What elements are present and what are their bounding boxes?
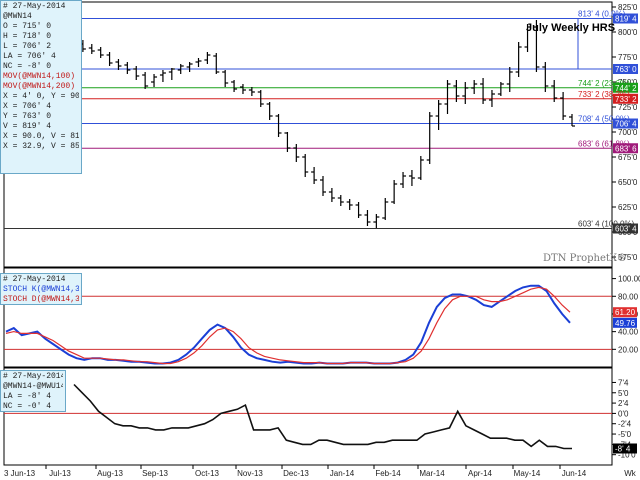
chart-canvas: 575'0600'0625'0650'0675'0700'0725'0750'0…: [3, 1, 640, 478]
price-ytick-label: 725'0: [618, 103, 638, 112]
level-value-box-label: 603' 4: [615, 225, 637, 234]
x-tick-label: Aug-13: [97, 469, 123, 478]
x-tick-label: Jul-13: [49, 469, 71, 478]
x-tick-label: Mar-14: [419, 469, 445, 478]
stoch-date: # 27-May-2014: [3, 275, 66, 284]
x-tick-label: May-14: [514, 469, 541, 478]
stoch-info-box: # 27-May-2014 STOCH K(@MWN14,3,14) = 49.…: [0, 273, 82, 305]
info-fib-5: X = 90.0, V = 817' 0: [3, 132, 79, 141]
info-last: LA = 706' 4: [3, 52, 56, 61]
x-axis-unit-label: Wk: [624, 469, 637, 478]
spread-ytick-label: 2'4: [618, 399, 629, 408]
x-tick-label: Jun-14: [562, 469, 587, 478]
price-info-box: # 27-May-2014 @MWN14 O = 715' 0 H = 718'…: [0, 0, 82, 174]
level-value-box-label: 706' 4: [615, 120, 637, 129]
x-axis: 3 Jun-13 Jul-13 Aug-13 Sep-13 Oct-13 Nov-13 De…: [4, 465, 637, 478]
watermark: DTN ProphetX®: [543, 253, 628, 264]
panel-frame-2: [3, 267, 613, 368]
info-fib-6: X = 32.9, V = 858' 4: [3, 142, 79, 151]
price-ytick-label: 625'0: [618, 203, 638, 212]
info-date: # 27-May-2014: [3, 2, 66, 11]
stoch-d-value-box-label: 61.20: [615, 308, 636, 317]
x-tick-label: Oct-13: [195, 469, 220, 478]
x-tick-label: Nov-13: [237, 469, 263, 478]
spread-value-box-label: -8' 4: [615, 444, 631, 453]
spread-date: # 27-May-2014: [3, 372, 63, 381]
spread-net-change: NC = -0' 4: [3, 402, 52, 411]
info-fib-1: X = 4' 0, Y = 908' 7: [3, 92, 79, 101]
level-value-box-label: 683' 6: [615, 144, 637, 153]
info-low: L = 706' 2: [3, 42, 52, 51]
stoch-k-value-box-label: 49.76: [615, 319, 636, 328]
x-tick-label: Jan-14: [330, 469, 355, 478]
info-fib-2: X = 706' 4: [3, 102, 52, 111]
stoch-ytick-label: 80.00: [618, 292, 639, 301]
price-ytick-label: 800'0: [618, 28, 638, 37]
stoch-d-label: STOCH D(@MWN14,3) = 61.20: [3, 295, 79, 304]
spread-ytick-label: -2'4: [618, 420, 632, 429]
stoch-ytick-label: 40.00: [618, 328, 639, 337]
x-tick-label-start: 3 Jun-13: [4, 469, 36, 478]
info-symbol: @MWN14: [3, 12, 32, 21]
spread-ytick-label: 5'0: [618, 389, 629, 398]
info-high: H = 718' 0: [3, 32, 52, 41]
price-ytick-label: 675'0: [618, 153, 638, 162]
panel-frame-3: [3, 367, 613, 466]
panel-frame-1: [3, 1, 613, 268]
spread-info-box: # 27-May-2014 @MWN14-@MWU14 LA = -8' 4 N…: [0, 370, 66, 412]
info-net-change: NC = -8' 0: [3, 62, 52, 71]
x-tick-label: Sep-13: [142, 469, 168, 478]
price-ytick-label: 700'0: [618, 128, 638, 137]
price-ytick-label: 650'0: [618, 178, 638, 187]
x-tick-label: Dec-13: [283, 469, 309, 478]
stoch-ytick-label: 20.00: [618, 345, 639, 354]
info-fib-4: V = 819' 4: [3, 122, 52, 131]
stoch-k-label: STOCH K(@MWN14,3,14) = 49.76: [3, 285, 79, 294]
spread-ytick-label: -5'0: [618, 430, 632, 439]
info-open: O = 715' 0: [3, 22, 52, 31]
stoch-ytick-label: 100.00: [618, 275, 640, 284]
level-value-box-label: 733' 2: [615, 95, 637, 104]
info-fib-3: Y = 763' 0: [3, 112, 52, 121]
spread-symbol: @MWN14-@MWU14: [3, 382, 63, 391]
spread-ytick-label: 7'4: [618, 378, 629, 387]
level-value-box-label: 763' 0: [615, 65, 637, 74]
price-ytick-label: 775'0: [618, 53, 638, 62]
chart-title: July Weekly HRS: [526, 22, 616, 34]
info-mov-200: MOV(@MWN14,200) = N/A: [3, 82, 79, 91]
x-tick-label: Feb-14: [375, 469, 401, 478]
x-tick-label: Apr-14: [468, 469, 493, 478]
spread-last: LA = -8' 4: [3, 392, 52, 401]
level-value-box-label: 819' 4: [615, 15, 637, 24]
info-mov-100: MOV(@MWN14,100) = N/A: [3, 72, 79, 81]
spread-ytick-label: 0'0: [618, 409, 629, 418]
